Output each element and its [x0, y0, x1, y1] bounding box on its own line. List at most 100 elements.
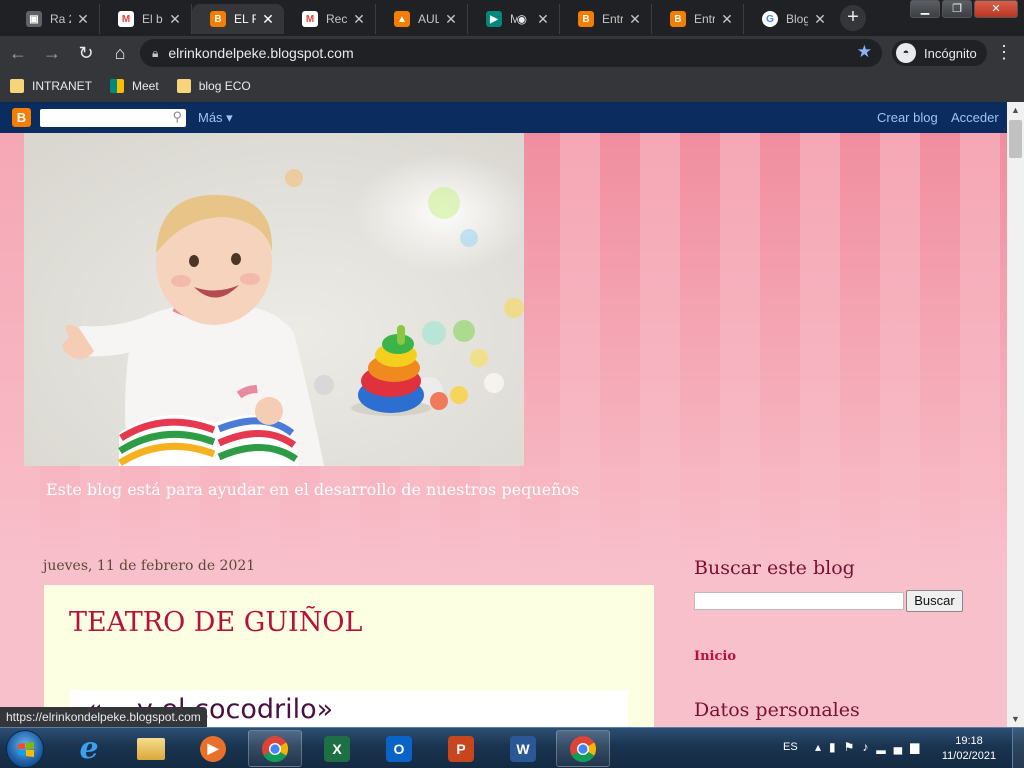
post-title[interactable]: TEATRO DE GUIÑOL	[69, 607, 362, 638]
volume-icon[interactable]: ♪	[862, 740, 876, 754]
tab-label: Entra	[694, 12, 715, 26]
tab-el-rinkon[interactable]: B EL RIN ✕	[192, 4, 284, 34]
restore-button[interactable]: ❐	[942, 0, 972, 18]
home-button[interactable]: ⌂	[104, 39, 136, 67]
close-icon[interactable]: ✕	[535, 11, 551, 28]
incognito-label: Incógnito	[924, 45, 977, 61]
clock-time: 19:18	[955, 735, 983, 747]
tab-label: El blo	[142, 12, 163, 26]
tab-ra2[interactable]: ▣ Ra 2 ✕	[8, 4, 100, 34]
sidebar-search-button[interactable]: Buscar	[906, 590, 963, 612]
close-icon[interactable]: ✕	[167, 11, 183, 28]
windows-logo-icon	[18, 742, 34, 757]
outlook-icon[interactable]: O	[372, 730, 426, 767]
close-icon[interactable]: ✕	[351, 11, 367, 28]
scroll-down-icon[interactable]: ▼	[1007, 711, 1024, 727]
bookmark-blog-eco[interactable]: blog ECO	[176, 79, 251, 93]
bookmark-label: INTRANET	[32, 79, 92, 93]
word-icon[interactable]: W	[496, 730, 550, 767]
home-link[interactable]: Inicio	[694, 649, 736, 664]
tab-entradas-1[interactable]: B Entra ✕	[560, 4, 652, 34]
tab-meet[interactable]: ▶ M ◉ ✕	[468, 4, 560, 34]
show-desktop-button[interactable]	[1012, 728, 1024, 768]
windows-taskbar: e ▶ X O P W ES ▴▮⚑♪▂▄▆ 19:18 11/02/2021	[0, 727, 1024, 768]
chrome-logo-icon	[570, 735, 597, 762]
close-icon[interactable]: ✕	[627, 11, 643, 28]
create-blog-link[interactable]: Crear blog	[877, 110, 938, 125]
tab-strip: ▣ Ra 2 ✕ M El blo ✕ B EL RIN ✕ M Recib ✕…	[0, 0, 1024, 36]
close-icon[interactable]: ✕	[443, 11, 459, 28]
header-photo[interactable]	[24, 133, 524, 466]
window-controls: ▁ ❐ ✕	[910, 0, 1018, 18]
reload-button[interactable]: ↻	[70, 39, 102, 67]
page-scrollbar[interactable]: ▲ ▼	[1007, 102, 1024, 727]
internet-explorer-icon[interactable]: e	[62, 730, 116, 767]
excel-icon[interactable]: X	[310, 730, 364, 767]
usb-icon[interactable]: ▮	[829, 740, 844, 754]
classroom-icon: ▣	[26, 11, 42, 27]
post-card: TEATRO DE GUIÑOL «... y el cocodrilo»	[44, 585, 654, 727]
close-window-button[interactable]: ✕	[974, 0, 1018, 18]
tab-label: Blogg	[786, 12, 808, 26]
bookmark-intranet[interactable]: INTRANET	[10, 79, 92, 93]
close-icon[interactable]: ✕	[75, 11, 91, 28]
gmail-icon: M	[118, 11, 134, 27]
close-icon[interactable]: ✕	[719, 11, 735, 28]
minimize-button[interactable]: ▁	[910, 0, 940, 18]
system-clock[interactable]: 19:18 11/02/2021	[934, 734, 1004, 764]
close-icon[interactable]: ✕	[260, 11, 276, 28]
tab-blogger[interactable]: G Blogg ✕	[744, 4, 836, 34]
scroll-thumb[interactable]	[1009, 120, 1022, 158]
tab-label: EL RIN	[234, 12, 256, 26]
blogger-icon: B	[578, 11, 594, 27]
navbar-search-input[interactable]: ⚲	[40, 109, 186, 127]
language-indicator[interactable]: ES	[783, 741, 798, 753]
sidebar-search-title: Buscar este blog	[694, 557, 855, 579]
back-button[interactable]: ←	[2, 39, 34, 67]
web-page: B ⚲ Más ▾ Crear blog Acceder Este blog e…	[0, 102, 1007, 727]
action-center-icon[interactable]: ⚑	[844, 740, 863, 754]
sidebar-search-input[interactable]	[694, 592, 904, 610]
google-icon: G	[762, 11, 778, 27]
address-bar[interactable]: 🔒︎ elrinkondelpeke.blogspot.com ★	[140, 39, 882, 67]
forward-button[interactable]: →	[36, 39, 68, 67]
bookmark-meet[interactable]: Meet	[110, 79, 159, 93]
profile-title: Datos personales	[694, 699, 860, 721]
tab-el-blog[interactable]: M El blo ✕	[100, 4, 192, 34]
search-icon[interactable]: ⚲	[172, 109, 182, 125]
new-tab-button[interactable]: +	[840, 5, 866, 31]
tab-aula[interactable]: ▲ AULA ✕	[376, 4, 468, 34]
sign-in-link[interactable]: Acceder	[951, 110, 999, 125]
more-menu[interactable]: Más ▾	[198, 110, 233, 126]
status-bar-url: https://elrinkondelpeke.blogspot.com	[0, 707, 207, 728]
network-icon[interactable]: ▂▄▆	[876, 740, 927, 754]
meet-icon: ▶	[486, 11, 502, 27]
start-button[interactable]	[6, 730, 44, 768]
tab-label: Entra	[602, 12, 623, 26]
scroll-up-icon[interactable]: ▲	[1007, 102, 1024, 118]
tab-label: Recib	[326, 12, 347, 26]
show-hidden-icons-icon[interactable]: ▴	[815, 740, 829, 754]
bookmarks-bar: INTRANET Meet blog ECO	[0, 70, 1024, 102]
media-player-icon[interactable]: ▶	[186, 730, 240, 767]
file-explorer-icon[interactable]	[124, 730, 178, 767]
incognito-icon: ◓	[896, 43, 916, 63]
incognito-indicator[interactable]: ◓ Incógnito	[892, 40, 987, 66]
clock-date: 11/02/2021	[941, 750, 997, 762]
bookmark-label: Meet	[132, 79, 159, 93]
chrome-icon[interactable]	[248, 730, 302, 767]
tab-label: AULA	[418, 12, 439, 26]
classroom-icon: ▲	[394, 11, 410, 27]
chrome-menu-button[interactable]: ⋮	[994, 40, 1014, 66]
powerpoint-icon[interactable]: P	[434, 730, 488, 767]
close-icon[interactable]: ✕	[812, 11, 828, 28]
tab-entradas-2[interactable]: B Entra ✕	[652, 4, 744, 34]
bookmark-star-icon[interactable]: ★	[857, 42, 872, 62]
recording-icon: ◉	[516, 12, 527, 26]
tab-recibidos[interactable]: M Recib ✕	[284, 4, 376, 34]
lock-icon[interactable]: 🔒︎	[152, 46, 158, 61]
blogger-logo-icon[interactable]: B	[12, 108, 31, 127]
chrome-icon[interactable]	[556, 730, 610, 767]
blogger-icon: B	[670, 11, 686, 27]
blogger-icon: B	[210, 11, 226, 27]
